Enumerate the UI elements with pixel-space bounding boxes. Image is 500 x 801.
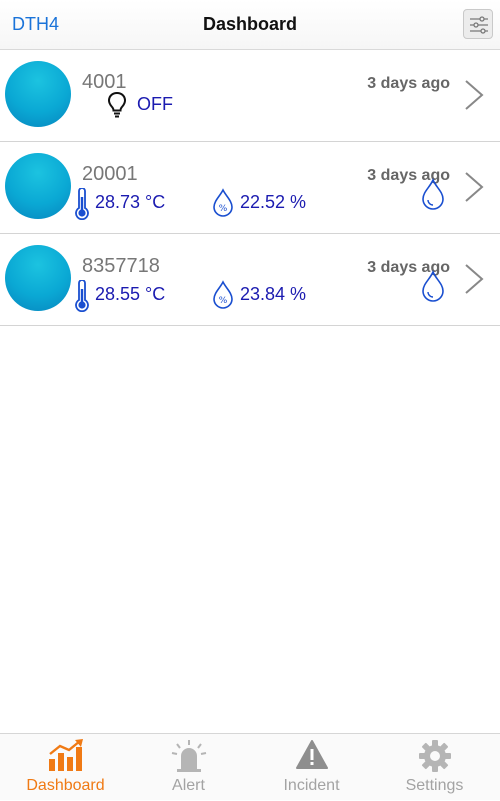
device-avatar	[5, 61, 71, 127]
device-avatar	[5, 245, 71, 311]
tab-alert[interactable]: Alert	[126, 734, 251, 801]
device-id: 8357718	[82, 255, 160, 277]
device-row-4001[interactable]: 4001 3 days ago OFF	[0, 50, 500, 142]
thermometer-icon	[75, 280, 89, 312]
tab-label: Alert	[172, 777, 205, 794]
page-title: Dashboard	[202, 14, 298, 34]
status-text: OFF	[137, 94, 173, 114]
humidity-value: 23.84 %	[240, 284, 307, 304]
bar-chart-trend-icon	[48, 739, 83, 771]
temperature-value: 28.55 °C	[95, 284, 166, 304]
warning-triangle-icon	[295, 740, 328, 769]
last-updated: 3 days ago	[367, 75, 450, 92]
lightbulb-icon	[107, 91, 127, 118]
svg-text:%: %	[219, 296, 228, 306]
svg-text:%: %	[219, 204, 228, 214]
tab-label: Incident	[283, 777, 340, 794]
water-drop-icon	[422, 177, 444, 210]
device-avatar	[5, 153, 71, 219]
sliders-icon	[470, 16, 488, 34]
tab-label: Settings	[405, 777, 464, 794]
nav-header: DTH4 Dashboard	[0, 0, 500, 50]
tab-label: Dashboard	[26, 777, 105, 794]
thermometer-icon	[75, 188, 89, 220]
siren-icon	[171, 740, 206, 772]
tab-settings[interactable]: Settings	[372, 734, 497, 801]
tab-incident[interactable]: Incident	[249, 734, 374, 801]
chevron-right-icon	[465, 264, 484, 294]
tab-dashboard[interactable]: Dashboard	[3, 734, 128, 801]
temperature-value: 28.73 °C	[95, 192, 166, 212]
tab-bar: Dashboard Alert Incident Settings	[0, 733, 500, 800]
device-id: 20001	[82, 163, 138, 185]
chevron-right-icon	[465, 80, 484, 110]
humidity-drop-icon: %	[213, 188, 233, 217]
chevron-right-icon	[465, 172, 484, 202]
filter-button[interactable]	[463, 9, 493, 39]
humidity-drop-icon: %	[213, 280, 233, 309]
device-row-20001[interactable]: 20001 3 days ago 28.73 °C % 22.52 %	[0, 142, 500, 234]
device-row-8357718[interactable]: 8357718 3 days ago 28.55 °C % 23.84 %	[0, 234, 500, 326]
gear-icon	[418, 740, 451, 772]
water-drop-icon	[422, 269, 444, 302]
humidity-value: 22.52 %	[240, 192, 307, 212]
